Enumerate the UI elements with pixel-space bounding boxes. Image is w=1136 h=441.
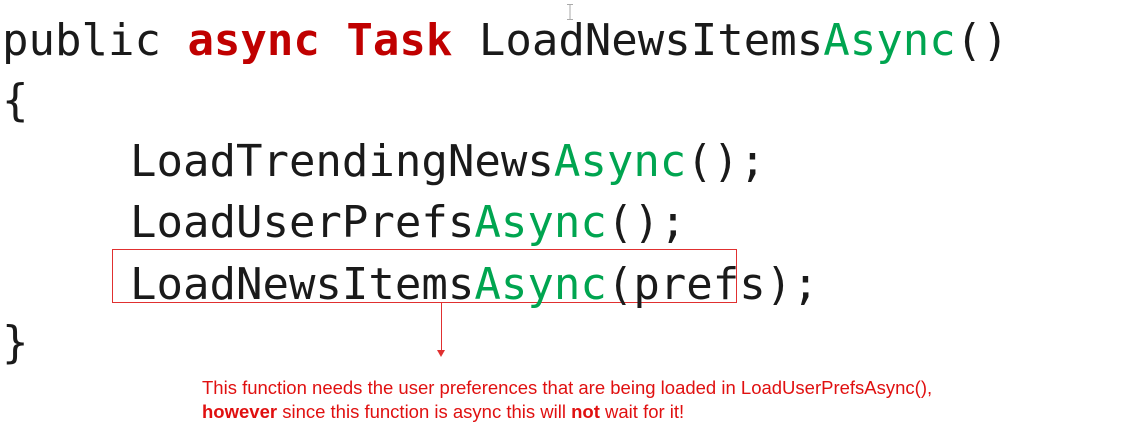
annotation-end: wait for it! — [599, 401, 685, 422]
annotation-however: however — [202, 401, 278, 422]
arrow-down-icon — [437, 350, 445, 357]
code-line-load-newsitems: LoadNewsItemsAsync(prefs); — [130, 258, 819, 312]
code-open-brace: { — [2, 75, 29, 126]
annotation-line-2: however since this function is async thi… — [202, 400, 932, 424]
code-call-tail: (); — [686, 136, 766, 187]
annotation-middle: since this function is async this will — [277, 401, 572, 422]
code-token-public: public — [2, 15, 188, 66]
code-method-name: LoadUserPrefs — [130, 197, 475, 248]
annotation-not: not — [571, 401, 600, 422]
code-method-name: LoadNewsItems — [130, 259, 475, 310]
code-async-suffix: Async — [823, 15, 956, 66]
code-call-tail: (prefs); — [606, 259, 819, 310]
code-keyword-async: async — [187, 15, 320, 66]
arrow-line — [441, 303, 442, 351]
code-method-name: LoadNewsItems — [452, 15, 824, 66]
code-async-suffix: Async — [474, 259, 607, 310]
code-method-name: LoadTrendingNews — [130, 136, 554, 187]
code-line-load-trending: LoadTrendingNewsAsync(); — [130, 135, 766, 189]
code-line-signature: public async Task LoadNewsItemsAsync() — [2, 14, 1009, 68]
text-cursor-icon — [567, 4, 573, 20]
code-async-suffix: Async — [474, 197, 607, 248]
code-close-brace: } — [2, 317, 29, 368]
annotation-callout: This function needs the user preferences… — [202, 376, 932, 424]
code-parens: () — [955, 15, 1009, 66]
code-call-tail: (); — [606, 197, 687, 248]
code-keyword-task: Task — [346, 15, 453, 66]
annotation-line-1: This function needs the user preferences… — [202, 377, 933, 398]
code-line-load-userprefs: LoadUserPrefsAsync(); — [130, 196, 686, 250]
code-async-suffix: Async — [553, 136, 687, 187]
